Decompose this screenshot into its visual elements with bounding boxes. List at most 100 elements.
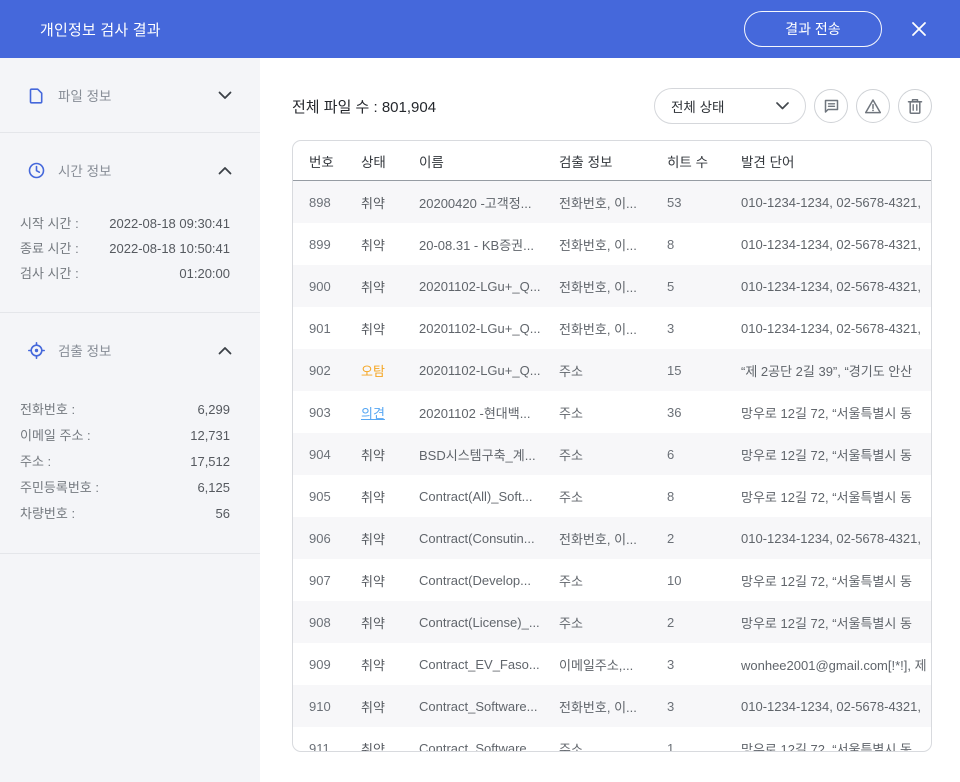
comment-icon	[823, 98, 840, 115]
detect-info-section-header[interactable]: 검출 정보	[28, 313, 232, 387]
table-header-col-no: 번호	[309, 151, 361, 171]
file-name: BSD시스템구축_계...	[419, 445, 559, 464]
hit-count: 3	[667, 657, 741, 672]
file-name: 20201102-LGu+_Q...	[419, 321, 559, 336]
info-row: 시작 시간 :2022-08-18 09:30:41	[28, 211, 232, 236]
hit-count: 3	[667, 699, 741, 714]
table-row[interactable]: 903의견20201102 -현대백...주소36망우로 12길 72, “서울…	[293, 391, 931, 433]
detect-info-label: 검출 정보	[58, 340, 111, 360]
found-words: 망우로 12길 72, “서울특별시 동	[741, 487, 931, 506]
info-label: 주민등록번호 :	[20, 475, 99, 501]
row-number: 911	[309, 741, 361, 753]
row-number: 902	[309, 363, 361, 378]
info-value: 56	[216, 501, 230, 527]
table-row[interactable]: 899취약20-08.31 - KB증권...전화번호, 이...8010-12…	[293, 223, 931, 265]
found-words: 010-1234-1234, 02-5678-4321,	[741, 699, 931, 714]
detect-types: 전화번호, 이...	[559, 235, 667, 254]
table-row[interactable]: 900취약20201102-LGu+_Q...전화번호, 이...5010-12…	[293, 265, 931, 307]
hit-count: 8	[667, 237, 741, 252]
found-words: 010-1234-1234, 02-5678-4321,	[741, 321, 931, 336]
info-row: 전화번호 :6,299	[28, 397, 232, 423]
found-words: 망우로 12길 72, “서울특별시 동	[741, 445, 931, 464]
info-label: 검사 시간 :	[20, 261, 79, 286]
clock-icon	[28, 162, 45, 179]
file-name: 20201102-LGu+_Q...	[419, 279, 559, 294]
toolbar: 전체 파일 수 : 801,904 전체 상태	[292, 88, 932, 124]
close-icon[interactable]	[908, 18, 930, 40]
row-number: 903	[309, 405, 361, 420]
hit-count: 2	[667, 531, 741, 546]
chevron-down-icon	[776, 102, 789, 110]
found-words: 망우로 12길 72, “서울특별시 동	[741, 739, 931, 753]
found-words: 망우로 12길 72, “서울특별시 동	[741, 403, 931, 422]
table-row[interactable]: 911취약Contract_Software...주소1망우로 12길 72, …	[293, 727, 931, 752]
status-badge[interactable]: 오탐	[361, 361, 419, 380]
table-row[interactable]: 908취약Contract(License)_...주소2망우로 12길 72,…	[293, 601, 931, 643]
table-header-col-hits: 히트 수	[667, 151, 741, 171]
send-results-button[interactable]: 결과 전송	[744, 11, 882, 47]
row-number: 899	[309, 237, 361, 252]
chevron-up-icon	[218, 346, 232, 355]
time-info-section-header[interactable]: 시간 정보	[28, 133, 232, 207]
comment-button[interactable]	[814, 89, 848, 123]
row-number: 905	[309, 489, 361, 504]
detect-types: 주소	[559, 487, 667, 506]
table-row[interactable]: 910취약Contract_Software...전화번호, 이...3010-…	[293, 685, 931, 727]
table-row[interactable]: 909취약Contract_EV_Faso...이메일주소,...3wonhee…	[293, 643, 931, 685]
info-row: 주민등록번호 :6,125	[28, 475, 232, 501]
row-number: 898	[309, 195, 361, 210]
status-badge[interactable]: 의견	[361, 403, 419, 422]
table-row[interactable]: 898취약20200420 -고객정...전화번호, 이...53010-123…	[293, 181, 931, 223]
table-row[interactable]: 906취약Contract(Consutin...전화번호, 이...2010-…	[293, 517, 931, 559]
file-info-section-header[interactable]: 파일 정보	[28, 58, 232, 132]
hit-count: 2	[667, 615, 741, 630]
file-name: 20201102 -현대백...	[419, 403, 559, 422]
total-files-label: 전체 파일 수 : 801,904	[292, 96, 436, 117]
chevron-up-icon	[218, 166, 232, 175]
found-words: 망우로 12길 72, “서울특별시 동	[741, 571, 931, 590]
status-badge: 취약	[361, 277, 419, 296]
table-header-col-name: 이름	[419, 151, 559, 171]
row-number: 901	[309, 321, 361, 336]
info-label: 전화번호 :	[20, 397, 75, 423]
sidebar-section-detect-info: 검출 정보 전화번호 :6,299이메일 주소 :12,731주소 :17,51…	[0, 313, 260, 554]
file-name: 20-08.31 - KB증권...	[419, 235, 559, 254]
status-badge: 취약	[361, 571, 419, 590]
table-row[interactable]: 901취약20201102-LGu+_Q...전화번호, 이...3010-12…	[293, 307, 931, 349]
table-row[interactable]: 902오탐20201102-LGu+_Q...주소15“제 2공단 2길 39”…	[293, 349, 931, 391]
status-badge: 취약	[361, 655, 419, 674]
detect-types: 주소	[559, 445, 667, 464]
detect-types: 주소	[559, 403, 667, 422]
info-label: 이메일 주소 :	[20, 423, 91, 449]
file-name: Contract(License)_...	[419, 615, 559, 630]
table-row[interactable]: 907취약Contract(Develop...주소10망우로 12길 72, …	[293, 559, 931, 601]
hit-count: 8	[667, 489, 741, 504]
status-badge: 취약	[361, 697, 419, 716]
table-header-row: 번호상태이름검출 정보히트 수발견 단어	[293, 141, 931, 181]
file-name: Contract(Consutin...	[419, 531, 559, 546]
status-badge: 취약	[361, 613, 419, 632]
warning-icon	[864, 98, 882, 115]
warning-button[interactable]	[856, 89, 890, 123]
page-title: 개인정보 검사 결과	[40, 19, 161, 40]
found-words: 010-1234-1234, 02-5678-4321,	[741, 531, 931, 546]
info-row: 검사 시간 :01:20:00	[28, 261, 232, 286]
file-name: Contract_Software...	[419, 741, 559, 753]
hit-count: 36	[667, 405, 741, 420]
table-row[interactable]: 904취약BSD시스템구축_계...주소6망우로 12길 72, “서울특별시 …	[293, 433, 931, 475]
table-row[interactable]: 905취약Contract(All)_Soft...주소8망우로 12길 72,…	[293, 475, 931, 517]
hit-count: 5	[667, 279, 741, 294]
file-icon	[28, 87, 45, 104]
info-row: 종료 시간 :2022-08-18 10:50:41	[28, 236, 232, 261]
status-filter-value: 전체 상태	[671, 96, 724, 116]
row-number: 909	[309, 657, 361, 672]
row-number: 908	[309, 615, 361, 630]
hit-count: 3	[667, 321, 741, 336]
found-words: 010-1234-1234, 02-5678-4321,	[741, 195, 931, 210]
detect-types: 주소	[559, 571, 667, 590]
hit-count: 15	[667, 363, 741, 378]
delete-button[interactable]	[898, 89, 932, 123]
detect-types: 주소	[559, 361, 667, 380]
status-filter-dropdown[interactable]: 전체 상태	[654, 88, 806, 124]
info-value: 6,299	[197, 397, 230, 423]
